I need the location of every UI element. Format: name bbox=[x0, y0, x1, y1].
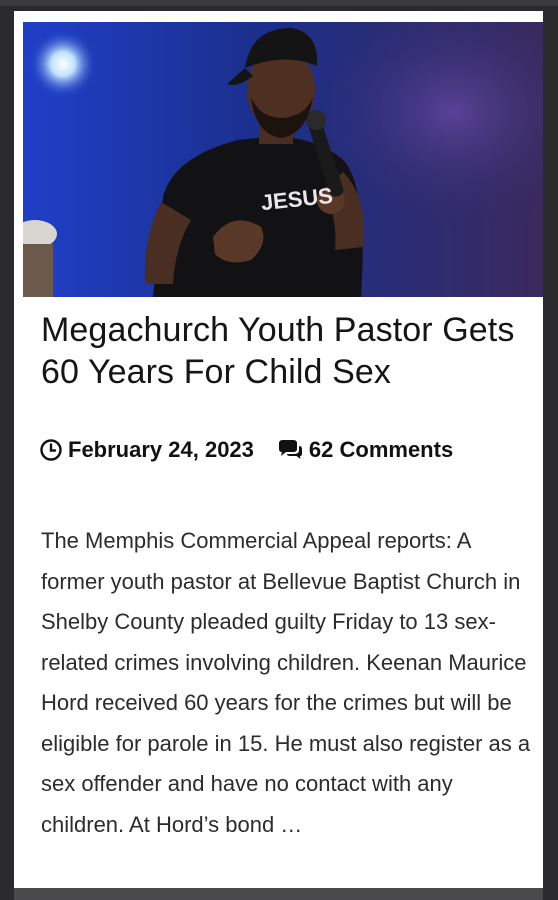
article-card: JESUS Megachurch Youth Pastor Gets 60 Ye… bbox=[14, 11, 543, 888]
article-title[interactable]: Megachurch Youth Pastor Gets 60 Years Fo… bbox=[41, 309, 531, 393]
comments-link[interactable]: 62 Comments bbox=[276, 437, 453, 463]
article-meta: February 24, 2023 62 Comments bbox=[39, 434, 453, 466]
comments-icon bbox=[278, 440, 302, 459]
bottom-edge bbox=[14, 888, 543, 900]
featured-photo: JESUS bbox=[23, 22, 543, 297]
post-date: February 24, 2023 bbox=[39, 437, 254, 463]
comments-count: 62 Comments bbox=[308, 437, 454, 462]
top-edge bbox=[0, 0, 558, 6]
article-excerpt: The Memphis Commercial Appeal reports: A… bbox=[41, 528, 531, 837]
clock-icon bbox=[40, 439, 62, 461]
post-date-text: February 24, 2023 bbox=[68, 437, 254, 462]
article-image[interactable]: JESUS bbox=[23, 22, 543, 297]
